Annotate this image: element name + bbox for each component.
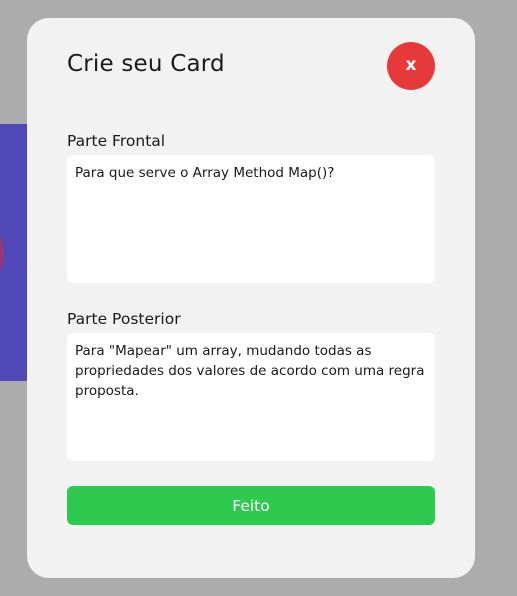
front-label: Parte Frontal — [67, 132, 166, 150]
create-card-modal: Crie seu Card x Parte Frontal Para que s… — [27, 18, 475, 578]
close-button[interactable]: x — [387, 42, 435, 90]
done-button[interactable]: Feito — [67, 486, 435, 525]
back-label: Parte Posterior — [67, 310, 181, 328]
modal-title: Crie seu Card — [67, 51, 225, 77]
front-textarea[interactable]: Para que serve o Array Method Map()? — [67, 155, 435, 283]
back-textarea[interactable]: Para "Mapear" um array, mudando todas as… — [67, 333, 435, 461]
